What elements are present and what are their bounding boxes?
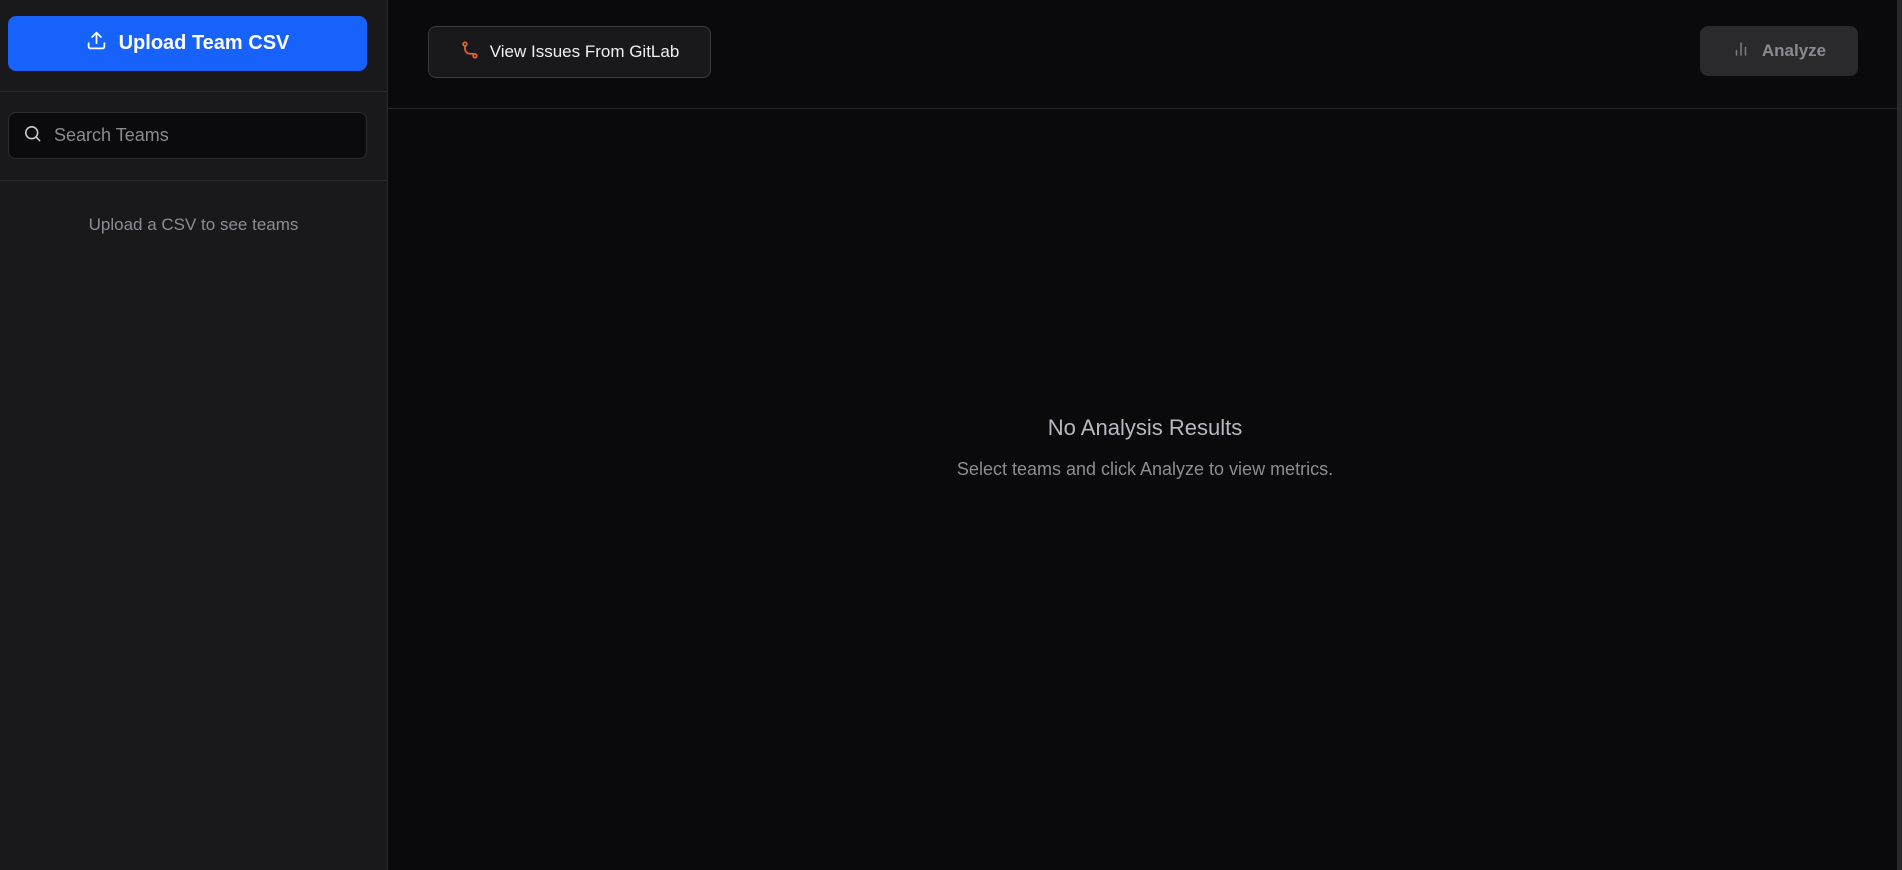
analyze-button[interactable]: Analyze bbox=[1700, 26, 1858, 76]
scrollbar[interactable] bbox=[1897, 0, 1902, 870]
upload-button-label: Upload Team CSV bbox=[118, 32, 290, 54]
view-issues-gitlab-button[interactable]: View Issues From GitLab bbox=[428, 26, 711, 78]
sidebar: Upload Team CSV Upload a CSV to see team… bbox=[0, 0, 388, 870]
bar-chart-icon bbox=[1732, 40, 1750, 63]
sidebar-upload-section: Upload Team CSV bbox=[0, 0, 387, 92]
teams-empty-message: Upload a CSV to see teams bbox=[88, 215, 299, 234]
gitlab-button-label: View Issues From GitLab bbox=[489, 42, 680, 61]
git-merge-icon bbox=[460, 40, 480, 65]
empty-state-subtitle: Select teams and click Analyze to view m… bbox=[956, 458, 1334, 479]
search-teams-input[interactable] bbox=[54, 125, 352, 146]
empty-state-title: No Analysis Results bbox=[1047, 414, 1243, 440]
sidebar-search-section bbox=[0, 92, 387, 181]
search-icon bbox=[23, 124, 42, 148]
main-panel: View Issues From GitLab Analyze No Analy… bbox=[388, 0, 1902, 870]
upload-team-csv-button[interactable]: Upload Team CSV bbox=[8, 16, 367, 71]
search-box[interactable] bbox=[8, 112, 367, 159]
upload-icon bbox=[86, 30, 107, 57]
app-root: Upload Team CSV Upload a CSV to see team… bbox=[0, 0, 1902, 870]
results-area: No Analysis Results Select teams and cli… bbox=[388, 109, 1902, 870]
analyze-button-label: Analyze bbox=[1761, 41, 1827, 60]
toolbar: View Issues From GitLab Analyze bbox=[388, 0, 1902, 109]
